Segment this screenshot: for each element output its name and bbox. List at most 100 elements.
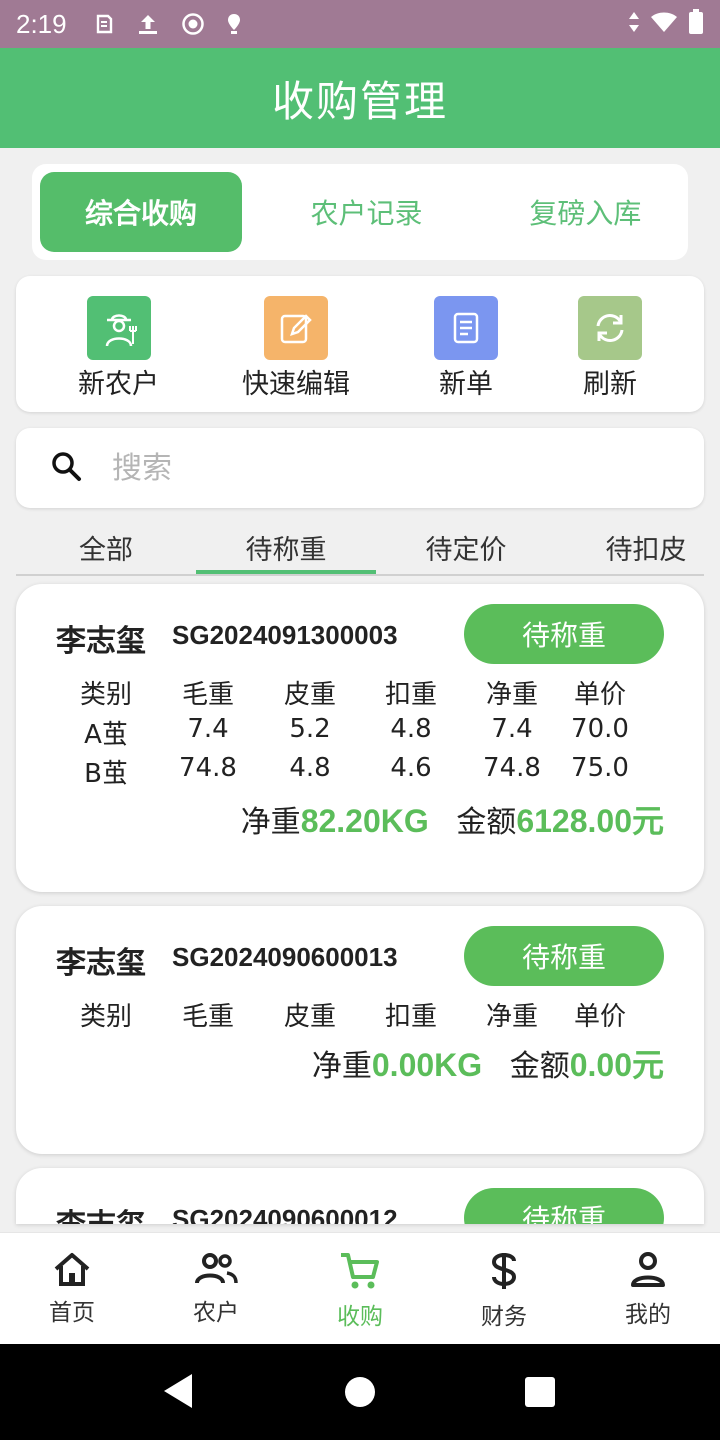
status-bar: 2:19: [0, 0, 720, 48]
new-order-label: 新单: [439, 369, 493, 400]
farmer-name: 李志玺: [56, 1200, 146, 1224]
top-tabs: 综合收购 农户记录 复磅入库: [32, 164, 688, 260]
order-number: SG2024090600013: [172, 942, 398, 972]
farmer-name: 李志玺: [56, 624, 146, 659]
home-button-icon[interactable]: [344, 1376, 376, 1412]
record-icon: [181, 12, 204, 36]
row-cell: 7.4: [187, 714, 229, 744]
filter-tab-pending-weigh[interactable]: 待称重: [196, 528, 376, 574]
header-unit-price: 单价: [573, 1002, 626, 1032]
row-cell: 4.8: [289, 753, 331, 783]
nav-farmers[interactable]: 农户: [161, 1251, 271, 1327]
people-icon: [194, 1251, 238, 1291]
quick-actions-panel: 新农户 快速编辑 新单 刷新: [16, 276, 704, 412]
row-cell: 5.2: [289, 714, 331, 744]
nav-purchase[interactable]: 收购: [305, 1251, 415, 1331]
status-badge[interactable]: 待称重: [464, 604, 664, 664]
order-number: SG2024091300003: [172, 620, 398, 650]
upload-icon: [137, 12, 159, 36]
amount-label: 金额: [509, 1049, 570, 1084]
header-deduction: 扣重: [384, 1002, 437, 1032]
order-card[interactable]: 李志玺 SG2024090600012 待称重: [16, 1168, 704, 1224]
home-icon: [52, 1251, 92, 1291]
nav-finance[interactable]: 财务: [449, 1251, 559, 1331]
search-icon: [50, 450, 82, 486]
order-card[interactable]: 李志玺 SG2024091300003 待称重 类别 毛重 皮重 扣重 净重 单…: [16, 584, 704, 892]
status-badge[interactable]: 待称重: [464, 1188, 664, 1224]
net-weight-label: 净重: [311, 1049, 372, 1084]
row-cell: 4.6: [390, 753, 432, 783]
nav-label: 收购: [337, 1304, 383, 1330]
notification-icons: [93, 12, 247, 36]
filter-tab-pending-tare[interactable]: 待扣皮: [556, 528, 720, 574]
refresh-icon: [578, 296, 642, 360]
refresh-button[interactable]: 刷新: [578, 296, 642, 401]
page-title: 收购管理: [271, 76, 448, 126]
new-order-button[interactable]: 新单: [434, 296, 498, 401]
nav-label: 首页: [49, 1300, 95, 1326]
nav-label: 财务: [481, 1304, 527, 1330]
refresh-label: 刷新: [583, 369, 637, 400]
data-arrows-icon: [628, 10, 640, 38]
bottom-nav: 首页 农户 收购 财务 我的: [0, 1232, 720, 1344]
dollar-icon: [489, 1251, 519, 1295]
system-icons: [628, 9, 704, 39]
new-farmer-button[interactable]: 新农户: [78, 296, 159, 401]
header-deduction: 扣重: [384, 680, 437, 710]
row-cell: 75.0: [571, 753, 629, 783]
header-unit-price: 单价: [573, 680, 626, 710]
farmer-name: 李志玺: [56, 946, 146, 981]
amount-label: 金额: [456, 805, 517, 840]
edit-icon: [264, 296, 328, 360]
row-cell: 74.8: [483, 753, 541, 783]
row-cell: 70.0: [571, 714, 629, 744]
status-filter-tabs: 全部 待称重 待定价 待扣皮: [16, 520, 704, 576]
system-nav-bar: [0, 1344, 720, 1440]
header-tare-weight: 皮重: [283, 680, 336, 710]
amount-value: 0.00元: [569, 1047, 664, 1083]
order-totals: 净重82.20KG 金额6128.00元: [241, 796, 664, 842]
nav-label: 我的: [625, 1302, 671, 1328]
cart-icon: [339, 1251, 381, 1295]
status-time: 2:19: [16, 8, 67, 39]
net-weight-label: 净重: [240, 805, 301, 840]
row-cell: 7.4: [491, 714, 533, 744]
notification-sim-icon: [93, 12, 115, 36]
header-net-weight: 净重: [485, 1002, 538, 1032]
net-weight-value: 0.00KG: [371, 1047, 483, 1083]
document-icon: [434, 296, 498, 360]
order-totals: 净重0.00KG 金额0.00元: [312, 1040, 664, 1086]
search-input[interactable]: [112, 450, 632, 486]
new-farmer-label: 新农户: [78, 369, 159, 400]
tab-reweigh-storage[interactable]: 复磅入库: [491, 172, 680, 252]
person-icon: [630, 1251, 666, 1293]
net-weight-value: 82.20KG: [300, 803, 429, 839]
row-cell: 4.8: [390, 714, 432, 744]
filter-tab-all[interactable]: 全部: [16, 528, 196, 574]
back-icon[interactable]: [162, 1372, 194, 1414]
amount-value: 6128.00元: [516, 803, 664, 839]
app-header: 收购管理: [0, 48, 720, 148]
nav-home[interactable]: 首页: [17, 1251, 127, 1327]
row-cell: 74.8: [179, 753, 237, 783]
status-badge[interactable]: 待称重: [464, 926, 664, 986]
pin-icon: [225, 12, 247, 36]
tab-farmer-records[interactable]: 农户记录: [242, 172, 491, 252]
row-cell: B茧: [84, 759, 128, 789]
row-cell: A茧: [84, 720, 128, 750]
quick-edit-button[interactable]: 快速编辑: [242, 296, 350, 401]
tab-comprehensive-purchase[interactable]: 综合收购: [40, 172, 243, 252]
header-gross-weight: 毛重: [181, 680, 234, 710]
search-bar: [16, 428, 704, 508]
filter-tab-pending-price[interactable]: 待定价: [376, 528, 556, 574]
header-category: 类别: [79, 680, 132, 710]
nav-label: 农户: [193, 1300, 239, 1326]
farmer-icon: [86, 296, 151, 360]
order-card[interactable]: 李志玺 SG2024090600013 待称重 类别 毛重 皮重 扣重 净重 单…: [16, 906, 704, 1154]
header-category: 类别: [79, 1002, 132, 1032]
recents-icon[interactable]: [524, 1376, 556, 1412]
order-number: SG2024090600012: [172, 1204, 398, 1224]
quick-edit-label: 快速编辑: [242, 369, 350, 400]
battery-icon: [688, 9, 704, 39]
nav-mine[interactable]: 我的: [593, 1251, 703, 1329]
